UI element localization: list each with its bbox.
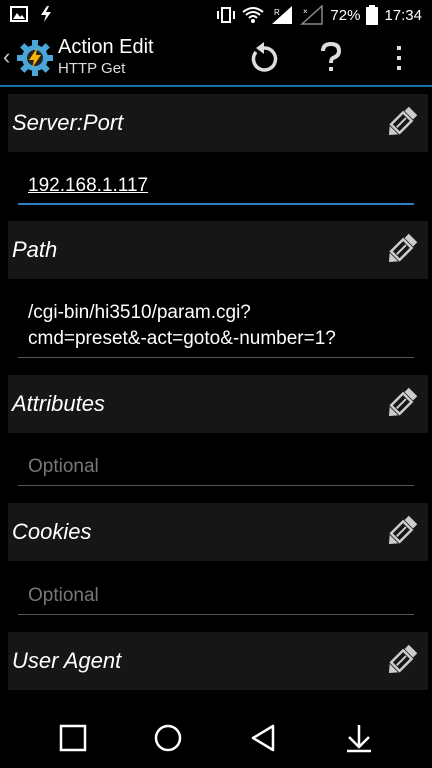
form-content: Server:Port 192.168.1.117 Path /cgi-bin/… <box>0 87 432 706</box>
section-label: Path <box>12 237 58 262</box>
question-icon <box>321 42 342 71</box>
undo-button[interactable] <box>244 38 284 78</box>
down-arrow-icon[interactable] <box>343 722 375 754</box>
path-value-line1: /cgi-bin/hi3510/param.cgi? <box>28 302 251 323</box>
battery-percent: 72% <box>330 6 361 24</box>
pencil-icon[interactable] <box>384 233 418 267</box>
path-value-line2: cmd=preset&-act=goto&-number=1? <box>28 328 336 349</box>
section-user-agent: User Agent <box>8 632 428 690</box>
server-port-field[interactable]: 192.168.1.117 <box>18 167 414 205</box>
circle-home-icon[interactable] <box>152 722 184 754</box>
overflow-menu-button[interactable] <box>379 38 419 78</box>
attributes-field[interactable]: Optional <box>18 449 414 486</box>
wifi-icon <box>242 7 265 23</box>
pencil-icon[interactable] <box>384 387 418 421</box>
square-recents-icon[interactable] <box>57 722 89 754</box>
section-cookies: Cookies <box>8 503 428 561</box>
section-attributes: Attributes <box>8 375 428 433</box>
section-label: Cookies <box>12 519 92 544</box>
attributes-placeholder: Optional <box>28 456 99 477</box>
signal-x-icon: × <box>300 5 324 25</box>
section-label: Server:Port <box>12 110 124 135</box>
action-bar: ‹ Action Edit HTTP Get <box>0 30 432 87</box>
back-chevron-icon[interactable]: ‹ <box>3 44 10 70</box>
section-path: Path <box>8 221 428 279</box>
cookies-field[interactable]: Optional <box>18 578 414 615</box>
status-right: R × 72% 17:34 <box>216 0 422 30</box>
triangle-back-icon[interactable] <box>248 722 280 754</box>
status-left-icons <box>10 5 54 23</box>
more-vert-icon <box>397 46 401 70</box>
status-bar: R × 72% 17:34 <box>0 0 432 30</box>
page-title: Action Edit <box>58 36 154 58</box>
svg-text:×: × <box>303 7 308 16</box>
navigation-bar <box>0 706 432 768</box>
battery-icon <box>366 5 379 25</box>
help-button[interactable] <box>311 38 351 78</box>
tasker-gear-icon[interactable] <box>16 39 54 77</box>
server-port-value: 192.168.1.117 <box>28 175 149 196</box>
clock: 17:34 <box>384 6 422 24</box>
pencil-icon[interactable] <box>384 515 418 549</box>
section-label: Attributes <box>12 391 105 416</box>
pencil-icon[interactable] <box>384 106 418 140</box>
path-field[interactable]: /cgi-bin/hi3510/param.cgi? cmd=preset&-a… <box>18 295 414 358</box>
page-subtitle: HTTP Get <box>58 60 126 77</box>
svg-text:R: R <box>274 8 280 17</box>
section-server-port: Server:Port <box>8 94 428 152</box>
pencil-icon[interactable] <box>384 644 418 678</box>
cookies-placeholder: Optional <box>28 585 99 606</box>
signal-r-icon: R <box>272 6 293 24</box>
bolt-icon <box>41 6 51 22</box>
section-label: User Agent <box>12 648 122 673</box>
image-icon <box>10 6 28 22</box>
vibrate-icon <box>217 7 236 23</box>
undo-icon <box>251 42 278 72</box>
